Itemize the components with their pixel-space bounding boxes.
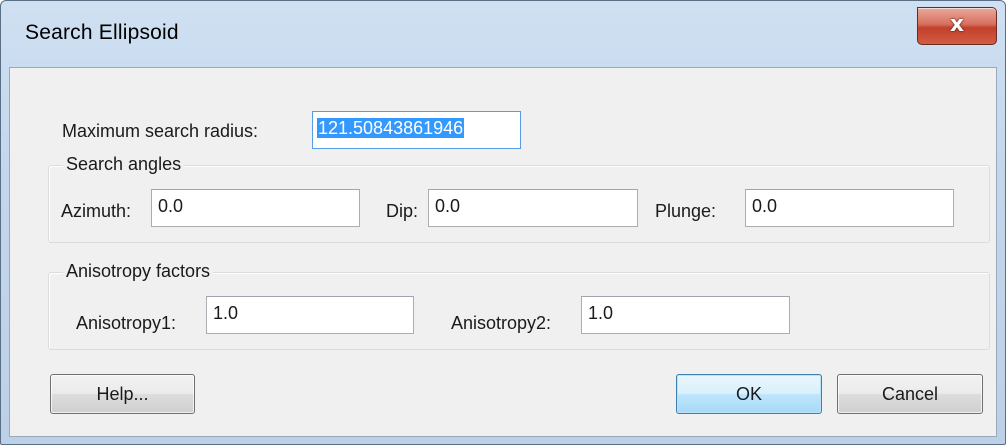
anisotropy2-label: Anisotropy2: bbox=[451, 313, 552, 333]
cancel-button[interactable]: Cancel bbox=[837, 374, 983, 414]
anisotropy1-value: 1.0 bbox=[213, 303, 239, 323]
search-angles-title: Search angles bbox=[63, 154, 185, 175]
dip-value: 0.0 bbox=[435, 196, 461, 216]
anisotropy-title: Anisotropy factors bbox=[63, 261, 214, 282]
azimuth-label: Azimuth: bbox=[61, 201, 132, 221]
azimuth-input[interactable]: 0.0 bbox=[151, 189, 360, 227]
anisotropy2-value: 1.0 bbox=[588, 303, 614, 323]
help-button[interactable]: Help... bbox=[50, 374, 195, 414]
anisotropy1-label: Anisotropy1: bbox=[76, 313, 177, 333]
dialog-body: Maximum search radius: 121.50843861946 S… bbox=[9, 67, 997, 437]
plunge-value: 0.0 bbox=[752, 196, 778, 216]
anisotropy-group bbox=[48, 272, 990, 350]
plunge-input[interactable]: 0.0 bbox=[745, 189, 954, 227]
search-ellipsoid-dialog: Search Ellipsoid x Maximum search radius… bbox=[0, 0, 1006, 445]
dip-label: Dip: bbox=[386, 201, 419, 221]
max-radius-value: 121.50843861946 bbox=[317, 118, 465, 138]
max-radius-label: Maximum search radius: bbox=[62, 121, 259, 141]
title-bar[interactable]: Search Ellipsoid x bbox=[1, 1, 1005, 67]
close-icon: x bbox=[949, 12, 965, 37]
azimuth-value: 0.0 bbox=[158, 196, 184, 216]
plunge-label: Plunge: bbox=[655, 201, 717, 221]
close-button[interactable]: x bbox=[917, 7, 997, 45]
anisotropy1-input[interactable]: 1.0 bbox=[206, 296, 414, 334]
window-title: Search Ellipsoid bbox=[25, 21, 179, 44]
ok-button[interactable]: OK bbox=[676, 374, 822, 414]
anisotropy2-input[interactable]: 1.0 bbox=[581, 296, 790, 334]
max-radius-input[interactable]: 121.50843861946 bbox=[312, 111, 521, 149]
dip-input[interactable]: 0.0 bbox=[428, 189, 638, 227]
